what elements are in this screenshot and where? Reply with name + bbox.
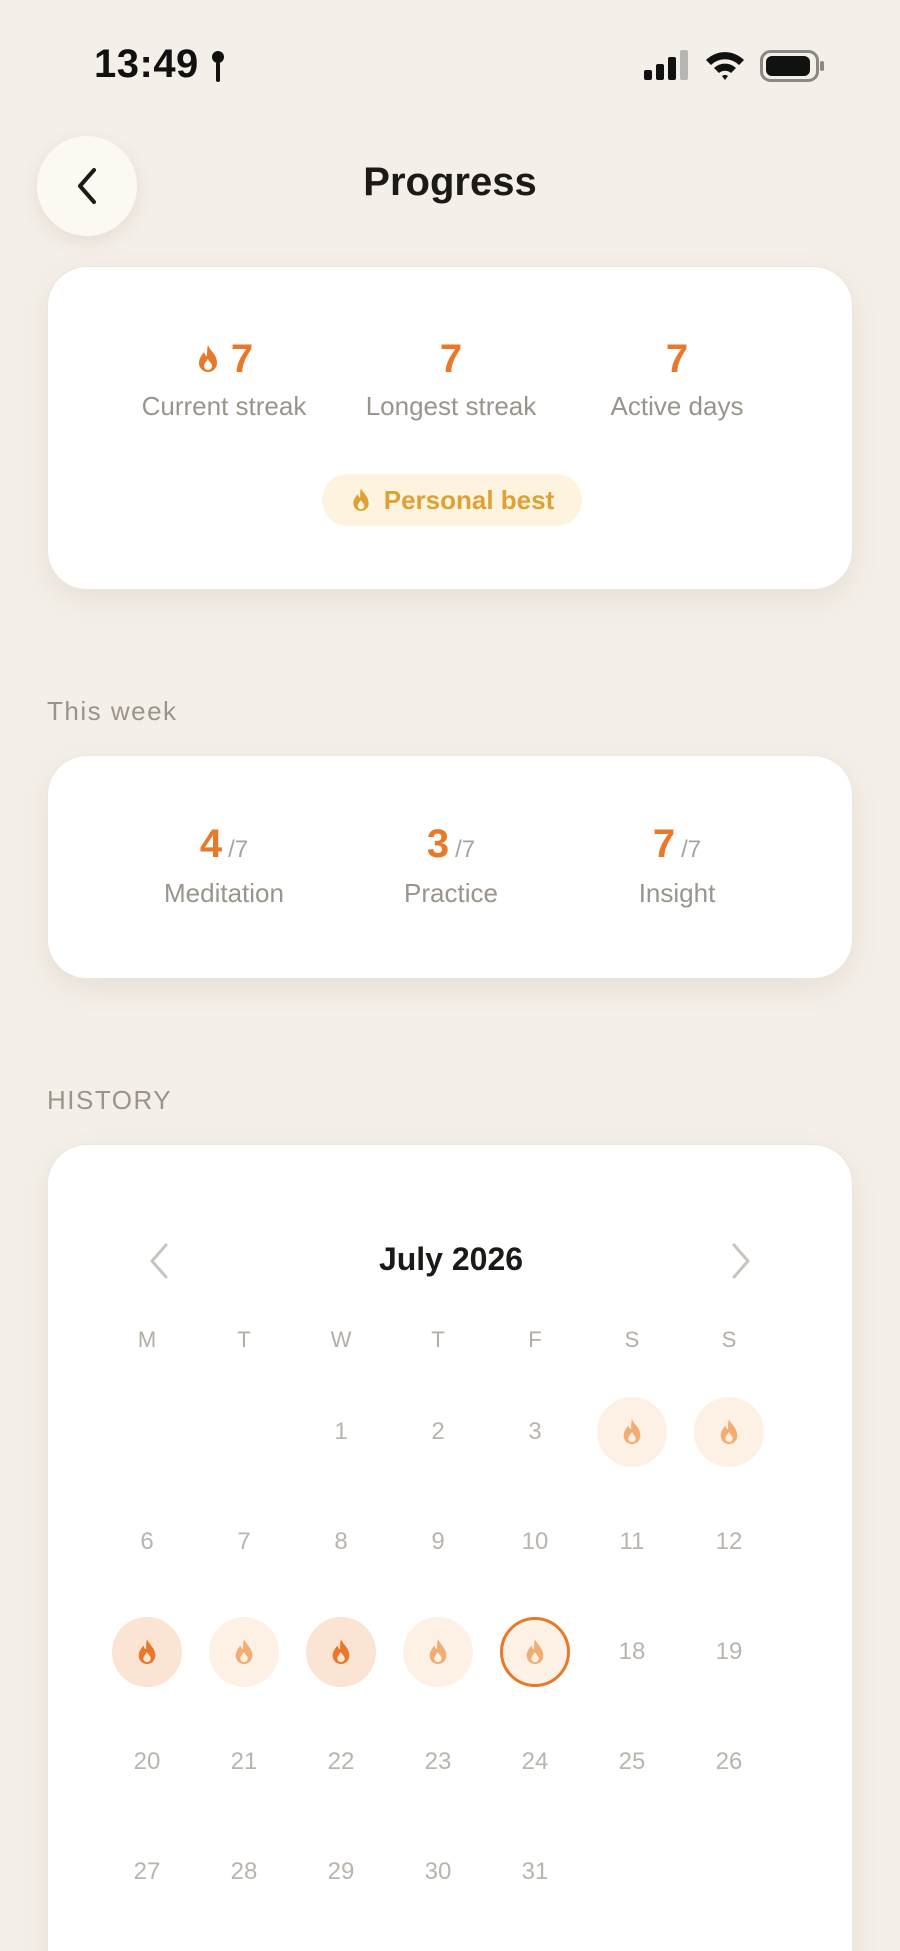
flame-icon [526,1639,544,1664]
history-card: July 2026 M T W T F S S 1 2 3 6 7 8 9 10 11 12 18 19 20 21 22… [47,1144,853,1951]
flame-icon [198,345,217,372]
calendar-day[interactable]: 18 [597,1617,667,1687]
battery-icon [760,50,824,82]
insight-value: 7 [652,822,676,866]
progress-screen: 13:49 Progress 7 Current streak 7 Longes… [0,0,900,1951]
stat-longest-streak: 7 Longest streak [321,335,581,422]
calendar-day-flame[interactable] [597,1397,667,1467]
weekday-header: W [330,1327,352,1352]
calendar-day[interactable]: 27 [112,1837,182,1907]
calendar-day[interactable]: 10 [500,1507,570,1577]
stat-meditation: 4 /7 Meditation [94,822,354,909]
weekday-header: S [721,1327,737,1352]
this-week-card: 4 /7 Meditation 3 /7 Practice 7 /7 Insig… [47,755,853,979]
personal-best-label: Personal best [383,484,555,515]
wifi-icon [706,52,744,80]
calendar-day-flame[interactable] [500,1617,570,1687]
calendar-day[interactable]: 22 [306,1727,376,1797]
personal-best-badge: Personal best [322,474,582,526]
stat-current-streak: 7 Current streak [94,335,354,422]
flame-icon [353,488,369,511]
calendar-day[interactable]: 1 [306,1397,376,1467]
calendar-day[interactable]: 11 [597,1507,667,1577]
calendar-day-flame[interactable] [694,1397,764,1467]
calendar-day-flame[interactable] [112,1617,182,1687]
flame-icon [720,1419,738,1444]
active-days-label: Active days [610,391,744,421]
practice-label: Practice [404,878,498,908]
page-title: Progress [363,160,537,204]
status-time: 13:49 [94,42,199,86]
calendar-day[interactable]: 30 [403,1837,473,1907]
calendar-day[interactable]: 26 [694,1727,764,1797]
practice-value: 3 [426,822,450,866]
weekday-header: F [528,1327,542,1352]
weekday-header: T [237,1327,251,1352]
meditation-label: Meditation [164,878,284,908]
calendar-day[interactable]: 29 [306,1837,376,1907]
stat-insight: 7 /7 Insight [547,822,807,909]
calendar-day[interactable]: 25 [597,1727,667,1797]
calendar-day-flame[interactable] [403,1617,473,1687]
longest-streak-value: 7 [439,336,463,381]
calendar-day[interactable]: 20 [112,1727,182,1797]
calendar-day[interactable]: 23 [403,1727,473,1797]
meditation-value: 4 [199,822,223,866]
calendar-day[interactable]: 28 [209,1837,279,1907]
flame-icon [138,1639,156,1664]
active-days-value: 7 [665,336,689,381]
insight-total: /7 [681,836,702,863]
insight-label: Insight [638,878,716,908]
calendar-day[interactable]: 31 [500,1837,570,1907]
weekday-header: S [624,1327,640,1352]
calendar-day[interactable]: 8 [306,1507,376,1577]
weekday-header: M [137,1327,157,1352]
next-month-button[interactable] [728,1241,754,1281]
stat-active-days: 7 Active days [547,335,807,422]
longest-streak-label: Longest streak [365,391,537,421]
history-label: HISTORY [47,1085,173,1115]
practice-total: /7 [455,836,476,863]
calendar-day[interactable]: 12 [694,1507,764,1577]
calendar-day[interactable]: 24 [500,1727,570,1797]
flame-icon [623,1419,641,1444]
status-bar: 13:49 [0,0,900,110]
meditation-total: /7 [228,836,249,863]
flame-icon [332,1639,350,1664]
streak-card: 7 Current streak 7 Longest streak 7 Acti… [47,266,853,590]
calendar-day-flame[interactable] [209,1617,279,1687]
current-streak-label: Current streak [141,391,307,421]
this-week-label: This week [47,696,178,726]
calendar-day[interactable]: 21 [209,1727,279,1797]
calendar-day[interactable]: 9 [403,1507,473,1577]
calendar-day[interactable]: 7 [209,1507,279,1577]
calendar-day[interactable]: 2 [403,1397,473,1467]
flame-icon [429,1639,447,1664]
location-pin-icon [212,51,224,82]
stat-practice: 3 /7 Practice [321,822,581,909]
calendar-day[interactable]: 3 [500,1397,570,1467]
flame-icon [235,1639,253,1664]
current-streak-value: 7 [230,336,254,381]
cellular-signal-icon [644,50,688,80]
calendar-day[interactable]: 19 [694,1617,764,1687]
calendar-day-flame[interactable] [306,1617,376,1687]
calendar-day[interactable]: 6 [112,1507,182,1577]
weekday-header: T [431,1327,445,1352]
